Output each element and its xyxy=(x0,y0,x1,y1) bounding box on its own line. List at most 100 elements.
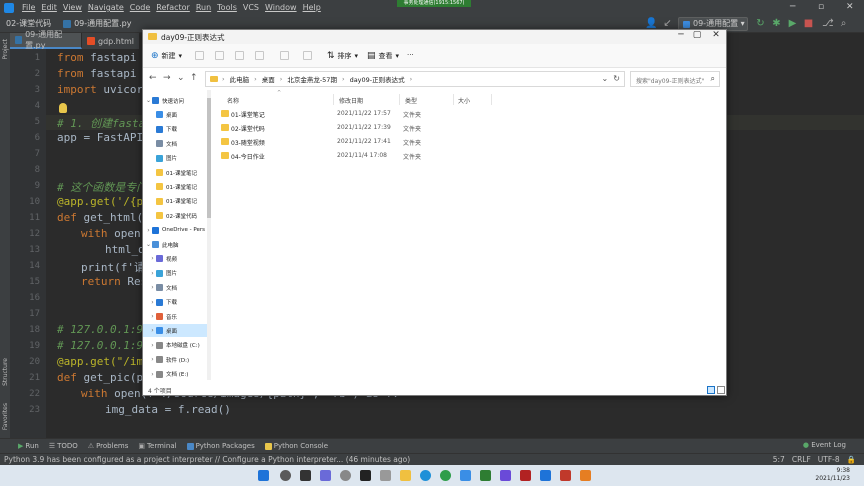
app-icon-orange[interactable] xyxy=(580,470,591,481)
python-console-tool-tab[interactable]: Python Console xyxy=(264,442,328,450)
share-icon[interactable] xyxy=(280,51,289,60)
nav-item[interactable]: › 下载 xyxy=(143,296,207,309)
chevron-right-icon[interactable]: › xyxy=(149,270,156,277)
back-arrow-icon[interactable]: ↙ xyxy=(662,18,673,29)
file-explorer-icon[interactable] xyxy=(400,470,411,481)
python-packages-tool-tab[interactable]: Python Packages xyxy=(186,442,255,450)
widgets-icon[interactable] xyxy=(320,470,331,481)
menu-navigate[interactable]: Navigate xyxy=(85,3,127,12)
recent-chevron-icon[interactable]: ⌄ xyxy=(177,73,185,83)
breadcrumb-project[interactable]: 02-课堂代码 xyxy=(0,18,57,29)
nav-item[interactable]: 01-课堂笔记 xyxy=(143,180,207,193)
rename-icon[interactable] xyxy=(255,51,264,60)
nav-scrollbar[interactable] xyxy=(207,90,211,380)
address-bar[interactable]: › 此电脑 › 桌面 › 北京金燕龙-57期 › day09-正则表达式 › ⌄… xyxy=(205,71,625,87)
nav-item[interactable]: 文档 xyxy=(143,137,207,150)
delete-icon[interactable] xyxy=(303,51,312,60)
user-icon[interactable]: 👤 xyxy=(645,18,657,29)
column-header-date[interactable]: 修改日期 xyxy=(339,96,363,105)
sort-button[interactable]: ⇅ 排序 ▾ xyxy=(327,51,358,61)
tab-gdp-html[interactable]: gdp.html xyxy=(82,33,140,49)
nav-scrollbar-thumb[interactable] xyxy=(207,98,211,218)
chevron-down-icon[interactable]: ⌄ xyxy=(145,241,152,248)
column-header-name[interactable]: 名称 xyxy=(227,96,239,105)
nav-item[interactable]: › 文档 xyxy=(143,281,207,294)
caret-position[interactable]: 5:7 xyxy=(773,455,785,464)
lightbulb-icon[interactable] xyxy=(59,103,67,113)
nav-item[interactable]: ⌄ 此电脑 xyxy=(143,238,207,251)
lock-icon[interactable]: 🔒 xyxy=(847,455,856,464)
menu-vcs[interactable]: VCS xyxy=(240,3,262,12)
more-button[interactable]: ··· xyxy=(407,51,414,59)
nav-item[interactable]: ⌄ 快速访问 xyxy=(143,94,207,107)
file-row[interactable]: 01-课堂笔记 2021/11/22 17:57 文件夹 xyxy=(219,107,549,120)
explorer-maximize-icon[interactable]: ▢ xyxy=(687,30,707,40)
address-segment[interactable]: 桌面 xyxy=(262,74,275,84)
nav-item[interactable]: › OneDrive - Pers xyxy=(143,224,207,237)
terminal-tool-tab[interactable]: ▣ Terminal xyxy=(138,442,176,450)
up-icon[interactable]: ↑ xyxy=(190,73,198,83)
nav-item[interactable]: › 软件 (D:) xyxy=(143,353,207,366)
favorites-tool-tab[interactable]: Favorites xyxy=(2,403,9,430)
app-icon-blue-2[interactable] xyxy=(540,470,551,481)
nav-item[interactable]: › 文档 (E:) xyxy=(143,368,207,381)
pycharm-app-icon[interactable] xyxy=(480,470,491,481)
nav-item[interactable]: › 桌面 xyxy=(143,324,207,338)
file-row[interactable]: 02-课堂代码 2021/11/22 17:39 文件夹 xyxy=(219,121,549,134)
terminal-app-icon[interactable] xyxy=(360,470,371,481)
app-icon-blue[interactable] xyxy=(460,470,471,481)
app-icon[interactable] xyxy=(380,470,391,481)
search-icon[interactable] xyxy=(280,470,291,481)
file-row[interactable]: 04-今日作业 2021/11/4 17:08 文件夹 xyxy=(219,149,549,162)
file-encoding[interactable]: UTF-8 xyxy=(818,455,840,464)
app-icon-red[interactable] xyxy=(520,470,531,481)
chrome-browser-icon[interactable] xyxy=(440,470,451,481)
app-icon-purple[interactable] xyxy=(500,470,511,481)
project-tool-tab[interactable]: Project xyxy=(2,39,9,60)
chevron-right-icon[interactable]: › xyxy=(149,356,156,363)
nav-item[interactable]: 02-课堂代码 xyxy=(143,209,207,222)
powerpoint-icon[interactable] xyxy=(560,470,571,481)
menu-window[interactable]: Window xyxy=(262,3,300,12)
task-view-icon[interactable] xyxy=(300,470,311,481)
explorer-close-icon[interactable]: ✕ xyxy=(706,30,726,40)
cut-icon[interactable] xyxy=(195,51,204,60)
chevron-right-icon[interactable]: › xyxy=(149,342,156,349)
status-message[interactable]: Python 3.9 has been configured as a proj… xyxy=(4,455,410,464)
column-divider[interactable] xyxy=(333,94,334,105)
column-divider[interactable] xyxy=(491,94,492,105)
address-segment[interactable]: day09-正则表达式 xyxy=(350,74,405,84)
stop-icon[interactable]: ■ xyxy=(803,18,814,29)
nav-item[interactable]: 01-课堂笔记 xyxy=(143,166,207,179)
todo-tool-tab[interactable]: ☰ TODO xyxy=(49,442,78,450)
address-segment[interactable]: 此电脑 xyxy=(230,74,250,84)
back-icon[interactable]: ← xyxy=(149,73,157,83)
column-divider[interactable] xyxy=(453,94,454,105)
maximize-icon[interactable]: ▫ xyxy=(818,2,824,12)
refresh-icon[interactable]: ⌄ ↻ xyxy=(602,74,621,83)
menu-edit[interactable]: Edit xyxy=(38,3,60,12)
details-view-icon[interactable] xyxy=(707,386,715,394)
view-button[interactable]: ▤ 查看 ▾ xyxy=(367,51,399,61)
breadcrumb-file[interactable]: 09-通用配置.py xyxy=(57,18,137,29)
paste-icon[interactable] xyxy=(235,51,244,60)
menu-code[interactable]: Code xyxy=(127,3,153,12)
chevron-down-icon[interactable]: ⌄ xyxy=(145,97,152,104)
address-segment[interactable]: 北京金燕龙-57期 xyxy=(287,74,337,84)
chevron-right-icon[interactable]: › xyxy=(149,327,156,334)
file-row[interactable]: 03-随堂视频 2021/11/22 17:41 文件夹 xyxy=(219,135,549,148)
structure-tool-tab[interactable]: Structure xyxy=(2,358,9,386)
nav-item[interactable]: 桌面 xyxy=(143,108,207,121)
edge-icon[interactable] xyxy=(420,470,431,481)
problems-tool-tab[interactable]: ⚠ Problems xyxy=(88,442,129,450)
menu-view[interactable]: View xyxy=(60,3,85,12)
rerun-icon[interactable]: ↻ xyxy=(755,18,766,29)
explorer-search-input[interactable]: 搜索"day09-正则表达式" ⌕ xyxy=(630,71,720,87)
menu-run[interactable]: Run xyxy=(193,3,214,12)
column-header-type[interactable]: 类型 xyxy=(405,96,417,105)
copy-icon[interactable] xyxy=(215,51,224,60)
nav-item[interactable]: 01-课堂笔记 xyxy=(143,195,207,208)
column-divider[interactable] xyxy=(399,94,400,105)
windows-start-icon[interactable] xyxy=(258,470,269,481)
nav-item[interactable]: › 本地磁盘 (C:) xyxy=(143,339,207,352)
